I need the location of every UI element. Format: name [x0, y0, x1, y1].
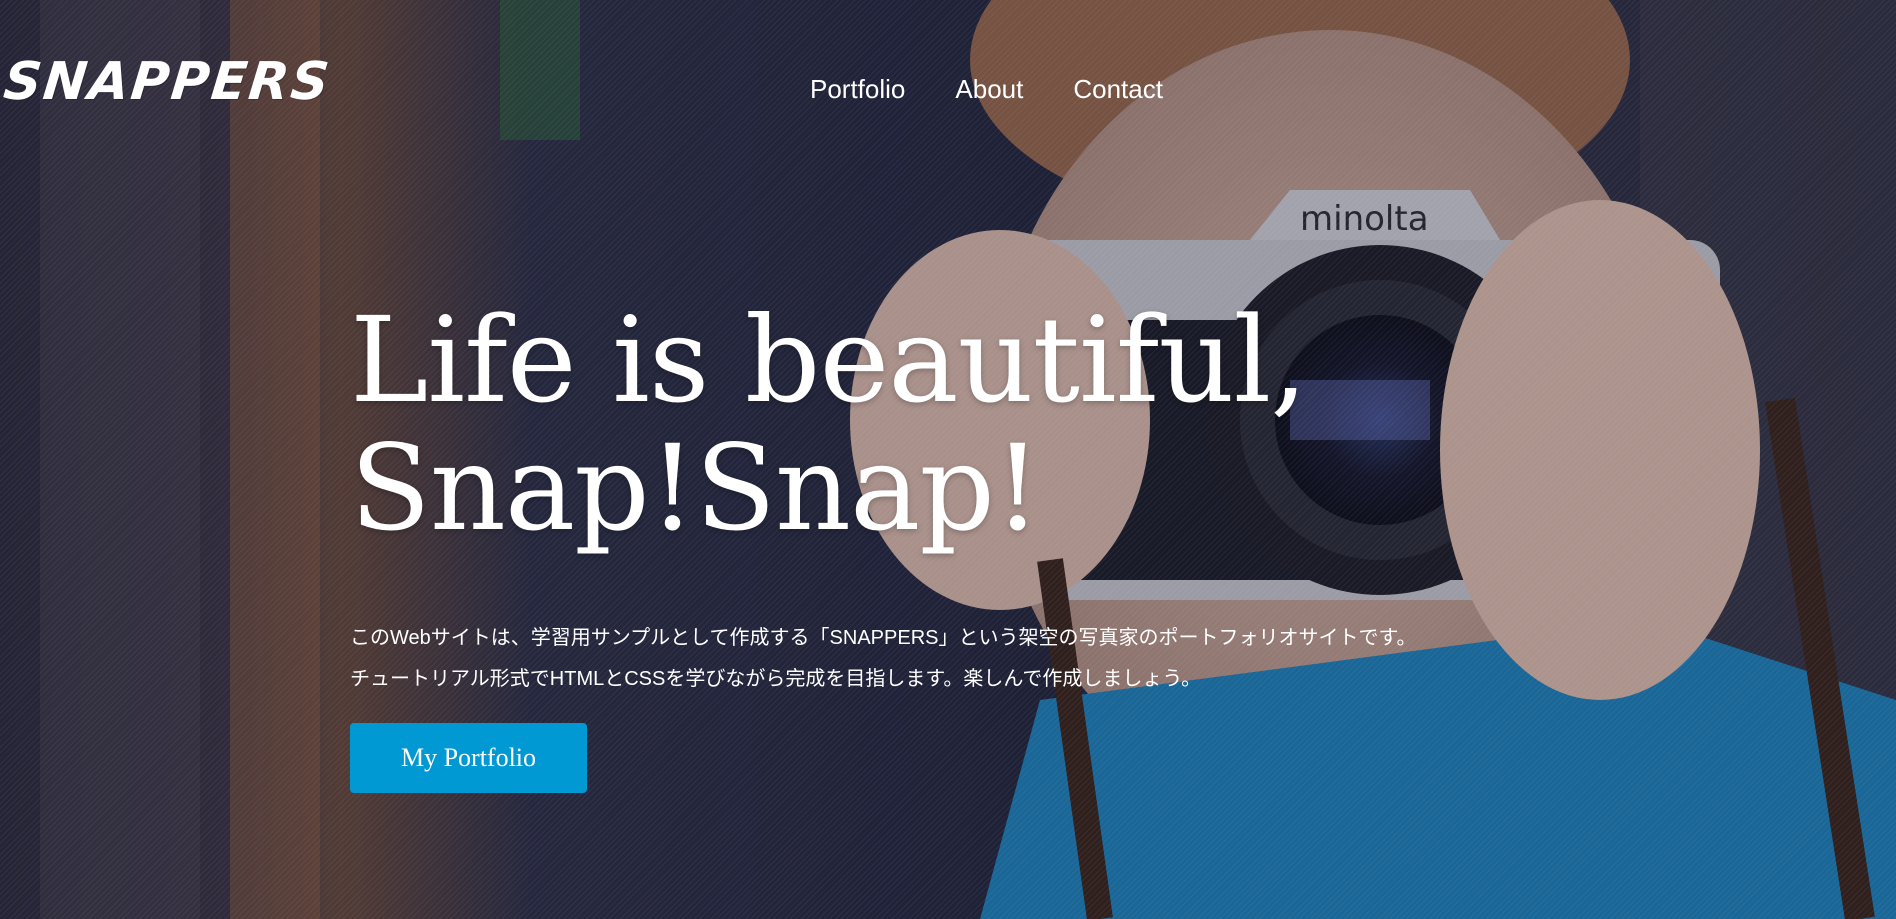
hero-description-line1: このWebサイトは、学習用サンプルとして作成する「SNAPPERS」という架空の…: [350, 627, 1417, 649]
hero-headline: Life is beautiful, Snap!Snap!: [350, 291, 1308, 557]
hero-headline-line2: Snap!Snap!: [350, 419, 1041, 557]
main-nav: Portfolio About Contact: [810, 74, 1163, 105]
hero-description-line2: チュートリアル形式でHTMLとCSSを学びながら完成を目指します。楽しんで作成し…: [350, 668, 1202, 690]
hero-section: minolta SNAPPERS Portfolio About Contact…: [0, 0, 1896, 919]
nav-link-contact[interactable]: Contact: [1073, 74, 1163, 105]
site-logo[interactable]: SNAPPERS: [1, 52, 334, 112]
hero-headline-line1: Life is beautiful,: [350, 291, 1308, 429]
nav-link-portfolio[interactable]: Portfolio: [810, 74, 905, 105]
nav-link-about[interactable]: About: [955, 74, 1023, 105]
hero-description: このWebサイトは、学習用サンプルとして作成する「SNAPPERS」という架空の…: [350, 618, 1417, 700]
my-portfolio-button[interactable]: My Portfolio: [350, 723, 587, 793]
